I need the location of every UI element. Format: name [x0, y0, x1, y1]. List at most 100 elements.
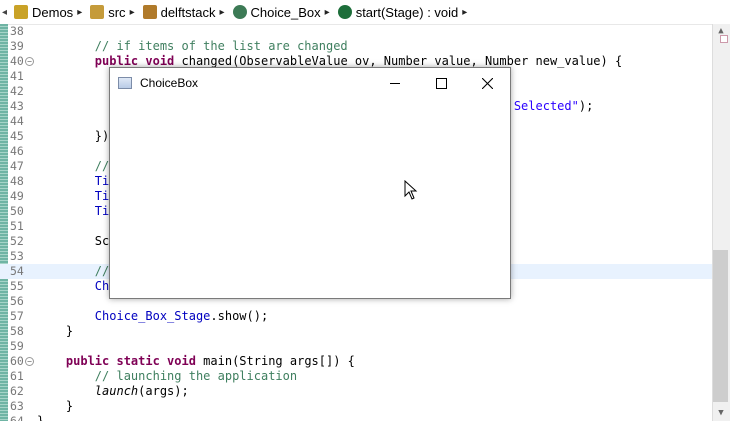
code-text: } [37, 414, 44, 421]
code-text: // launching the application [37, 369, 297, 384]
mouse-cursor-icon [404, 180, 418, 200]
breadcrumb-label: start(Stage) : void [355, 4, 459, 20]
breadcrumb-item[interactable]: start(Stage) : void ▸ [334, 4, 467, 20]
line-number: 64 [10, 414, 24, 421]
breadcrumb-label: Choice_Box [250, 4, 321, 20]
code-text: } [37, 399, 73, 414]
close-icon [481, 77, 493, 89]
code-line[interactable]: 63 } [0, 399, 712, 414]
code-line[interactable]: 39 // if items of the list are changed [0, 39, 712, 54]
code-token: public static void [65, 354, 196, 368]
chevron-right-icon[interactable]: ▸ [220, 7, 225, 18]
window-title: ChoiceBox [140, 76, 199, 90]
scrollbar-thumb[interactable] [713, 250, 728, 402]
code-line[interactable]: 61 // launching the application [0, 369, 712, 384]
package-icon [142, 5, 157, 19]
line-number: 42 [10, 84, 24, 98]
breadcrumb-item[interactable]: Choice_Box ▸ [229, 5, 330, 20]
line-number: 43 [10, 99, 24, 113]
code-line[interactable]: 57 Choice_Box_Stage.show(); [0, 309, 712, 324]
code-text: // if items of the list are changed [37, 39, 348, 54]
breadcrumb-label: src [108, 4, 126, 20]
breadcrumb-item[interactable]: src ▸ [86, 4, 135, 20]
project-icon [14, 5, 28, 19]
chevron-right-icon[interactable]: ▸ [130, 7, 135, 18]
line-number: 50 [10, 204, 24, 218]
line-number: 58 [10, 324, 24, 338]
line-number: 46 [10, 144, 24, 158]
code-token: public void [94, 54, 175, 68]
breadcrumb-item[interactable]: Demos ▸ [10, 5, 82, 20]
window-titlebar[interactable]: ChoiceBox [110, 68, 510, 98]
code-text: Cho [37, 279, 117, 294]
source-folder-icon [90, 5, 105, 19]
line-number: 55 [10, 279, 24, 293]
code-text: } [37, 324, 73, 339]
line-number: 54 [10, 264, 24, 278]
code-token: // [94, 264, 110, 278]
breadcrumb-scroll-left-icon[interactable]: ◂ [2, 7, 10, 18]
method-icon [337, 5, 352, 19]
code-token: // [94, 159, 110, 173]
scroll-up-icon[interactable]: ▲ [712, 26, 730, 38]
line-number: 44 [10, 114, 24, 128]
line-number: 49 [10, 189, 24, 203]
line-number: 56 [10, 294, 24, 308]
line-number: 53 [10, 249, 24, 263]
code-text: }); [37, 129, 117, 144]
code-text: // [37, 159, 109, 174]
code-text: Sce [37, 234, 117, 249]
line-number: 52 [10, 234, 24, 248]
maximize-button[interactable] [418, 68, 464, 98]
code-token: Choice_Box_Stage [94, 309, 211, 323]
line-number: 48 [10, 174, 24, 188]
code-token: } [37, 414, 45, 421]
breadcrumb: ◂ Demos ▸ src ▸ delftstack ▸ Choice_Box ▸ start(… [0, 0, 730, 25]
line-number: 47 [10, 159, 24, 173]
code-token: }); [37, 129, 117, 143]
code-line[interactable]: 64} [0, 414, 712, 421]
line-number: 62 [10, 384, 24, 398]
code-line[interactable]: 62 launch(args); [0, 384, 712, 399]
code-text: // [37, 264, 109, 279]
line-number: 51 [10, 219, 24, 233]
code-line[interactable]: 38 [0, 24, 712, 39]
minimize-icon [390, 82, 400, 84]
chevron-right-icon[interactable]: ▸ [77, 7, 82, 18]
code-token: // launching the application [94, 369, 298, 383]
code-token: // if items of the list are changed [94, 39, 348, 53]
code-line[interactable]: 60− public static void main(String args[… [0, 354, 712, 369]
code-line[interactable]: 59 [0, 339, 712, 354]
code-line[interactable]: 58 } [0, 324, 712, 339]
fold-toggle-icon[interactable]: − [25, 57, 34, 66]
code-token: Sce [37, 234, 117, 248]
scroll-down-icon[interactable]: ▼ [712, 408, 730, 420]
chevron-right-icon[interactable]: ▸ [325, 7, 330, 18]
code-token: } [37, 399, 74, 413]
code-text: public static void main(String args[]) { [37, 354, 355, 369]
close-button[interactable] [464, 68, 510, 98]
code-text: Tit [37, 174, 117, 189]
line-number: 38 [10, 24, 24, 38]
code-token: launch [94, 384, 139, 398]
code-text: Choice_Box_Stage.show(); [37, 309, 268, 324]
code-text: Tit [37, 189, 117, 204]
chevron-right-icon[interactable]: ▸ [462, 7, 467, 18]
breadcrumb-label: delftstack [160, 4, 216, 20]
line-number: 61 [10, 369, 24, 383]
minimize-button[interactable] [372, 68, 418, 98]
line-number: 39 [10, 39, 24, 53]
fold-toggle-icon[interactable]: − [25, 357, 34, 366]
breadcrumb-item[interactable]: delftstack ▸ [139, 5, 225, 20]
choicebox-window[interactable]: ChoiceBox [109, 67, 511, 299]
class-icon [232, 5, 247, 19]
